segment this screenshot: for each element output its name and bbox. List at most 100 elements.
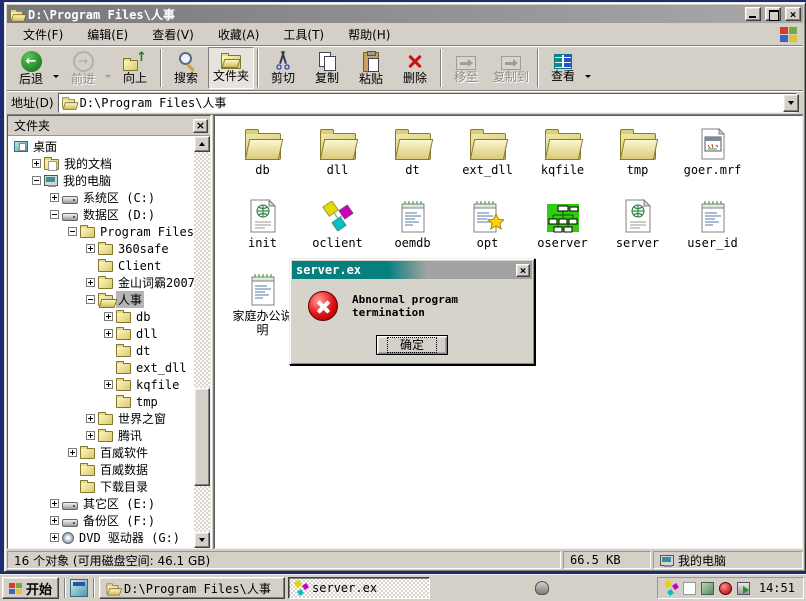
file-icon-dll[interactable]: dll (300, 124, 375, 177)
tree-item-tencent[interactable]: 腾讯 (8, 427, 194, 444)
restore-button[interactable] (765, 7, 781, 21)
file-icon-init[interactable]: init (225, 197, 300, 250)
expand-plus-icon[interactable] (104, 312, 113, 321)
expand-plus-icon[interactable] (86, 278, 95, 287)
cut-button[interactable]: 剪切 (261, 47, 305, 89)
collapse-minus-icon[interactable] (50, 210, 59, 219)
file-icon-tmp[interactable]: tmp (600, 124, 675, 177)
tree-item-kingsoft-2007[interactable]: 金山词霸2007 (8, 274, 194, 291)
collapse-minus-icon[interactable] (68, 227, 77, 236)
expand-plus-icon[interactable] (86, 244, 95, 253)
address-input[interactable]: D:\Program Files\人事 (58, 93, 797, 113)
tree-item-drive-c[interactable]: 系统区 (C:) (8, 189, 194, 206)
tree-item-360safe[interactable]: 360safe (8, 240, 194, 257)
tree-item-my-documents[interactable]: 我的文档 (8, 155, 194, 172)
quick-launch-desktop-icon[interactable] (70, 579, 88, 597)
taskbar-task-explorer[interactable]: D:\Program Files\人事 (99, 577, 285, 599)
copy-to-button[interactable]: 复制到 (488, 47, 534, 89)
menu-favorites[interactable]: 收藏(A) (206, 24, 272, 45)
expand-plus-icon[interactable] (32, 159, 41, 168)
move-to-button[interactable]: 移至 (444, 47, 488, 89)
expand-plus-icon[interactable] (86, 414, 95, 423)
views-button[interactable]: 查看 (541, 47, 585, 89)
minimize-button[interactable] (745, 7, 761, 21)
search-button[interactable]: 搜索 (164, 47, 208, 89)
scrollbar-track[interactable] (194, 152, 210, 532)
expand-plus-icon[interactable] (50, 499, 59, 508)
start-button[interactable]: 开始 (2, 577, 59, 599)
file-icon-ext-dll[interactable]: ext_dll (450, 124, 525, 177)
red-ball-tray-icon[interactable] (719, 582, 732, 595)
tree-item-download-dir[interactable]: 下载目录 (8, 478, 194, 495)
forward-button[interactable]: 前进 (61, 47, 105, 89)
file-icon-dt[interactable]: dt (375, 124, 450, 177)
file-icon-user-id[interactable]: user_id (675, 197, 750, 250)
tree-item-renshi[interactable]: 人事 (8, 291, 194, 308)
tree-item-dt[interactable]: dt (8, 342, 194, 359)
taskbar-task-server-ex[interactable]: server.ex (288, 577, 430, 599)
tree-item-dll[interactable]: dll (8, 325, 194, 342)
expand-plus-icon[interactable] (104, 329, 113, 338)
back-button[interactable]: 后退 (9, 47, 53, 89)
copy-button[interactable]: 复制 (305, 47, 349, 89)
tree-item-program-files[interactable]: Program Files (8, 223, 194, 240)
tree-item-dvd-drive-g[interactable]: DVD 驱动器 (G:) (8, 529, 194, 546)
close-button[interactable] (785, 7, 801, 21)
scrollbar-thumb[interactable] (194, 388, 210, 487)
title-bar[interactable]: D:\Program Files\人事 (7, 5, 803, 23)
file-icon-oclient[interactable]: oclient (300, 197, 375, 250)
dialog-close-button[interactable] (516, 264, 530, 277)
database-play-tray-icon[interactable] (737, 582, 750, 595)
file-icon-server[interactable]: server (600, 197, 675, 250)
tree-scrollbar[interactable] (194, 136, 210, 548)
back-dropdown-icon[interactable] (53, 75, 59, 78)
expand-plus-icon[interactable] (50, 533, 59, 542)
close-pane-button[interactable] (193, 119, 208, 133)
ime-tray-icon[interactable] (535, 581, 549, 595)
tree-item-ext-dll[interactable]: ext_dll (8, 359, 194, 376)
tree-item-db[interactable]: db (8, 308, 194, 325)
tree-item-drive-f[interactable]: 备份区 (F:) (8, 512, 194, 529)
file-icon-goer-mrf[interactable]: goer.mrf (675, 124, 750, 177)
diamonds-tray-icon[interactable] (664, 581, 678, 595)
menu-edit[interactable]: 编辑(E) (75, 24, 140, 45)
delete-button[interactable]: 删除 (393, 47, 437, 89)
tree-item-client[interactable]: Client (8, 257, 194, 274)
expand-plus-icon[interactable] (50, 193, 59, 202)
up-button[interactable]: ↑ 向上 (113, 47, 157, 89)
file-icon-kqfile[interactable]: kqfile (525, 124, 600, 177)
expand-plus-icon[interactable] (68, 448, 77, 457)
menu-view[interactable]: 查看(V) (140, 24, 206, 45)
menu-file[interactable]: 文件(F) (11, 24, 75, 45)
tree-item-drive-e[interactable]: 其它区 (E:) (8, 495, 194, 512)
expand-plus-icon[interactable] (86, 431, 95, 440)
tree-item-world-window[interactable]: 世界之窗 (8, 410, 194, 427)
file-icon-oserver[interactable]: oserver (525, 197, 600, 250)
tree-item-kqfile[interactable]: kqfile (8, 376, 194, 393)
menu-tools[interactable]: 工具(T) (271, 24, 336, 45)
menu-help[interactable]: 帮助(H) (336, 24, 402, 45)
white-square-tray-icon[interactable] (683, 582, 696, 595)
file-icon-opt[interactable]: opt (450, 197, 525, 250)
green-utility-tray-icon[interactable] (701, 582, 714, 595)
address-dropdown-button[interactable] (783, 94, 799, 112)
expand-plus-icon[interactable] (104, 380, 113, 389)
tree-item-my-computer[interactable]: 我的电脑 (8, 172, 194, 189)
tree-item-baiwei-software[interactable]: 百威软件 (8, 444, 194, 461)
collapse-minus-icon[interactable] (32, 176, 41, 185)
collapse-minus-icon[interactable] (86, 295, 95, 304)
views-dropdown-icon[interactable] (585, 75, 591, 78)
file-icon-oemdb[interactable]: oemdb (375, 197, 450, 250)
dialog-title-bar[interactable]: server.ex (292, 261, 532, 279)
tree-item-tmp[interactable]: tmp (8, 393, 194, 410)
expand-plus-icon[interactable] (50, 516, 59, 525)
ok-button[interactable]: 确定 (376, 335, 448, 355)
scroll-up-icon[interactable] (194, 136, 210, 152)
paste-button[interactable]: 粘贴 (349, 47, 393, 89)
tree-item-drive-d[interactable]: 数据区 (D:) (8, 206, 194, 223)
tree-item-desktop[interactable]: 桌面 (8, 138, 194, 155)
tree-item-baiwei-data[interactable]: 百威数据 (8, 461, 194, 478)
scroll-down-icon[interactable] (194, 532, 210, 548)
file-icon-db[interactable]: db (225, 124, 300, 177)
folders-button[interactable]: 文件夹 (208, 47, 254, 89)
